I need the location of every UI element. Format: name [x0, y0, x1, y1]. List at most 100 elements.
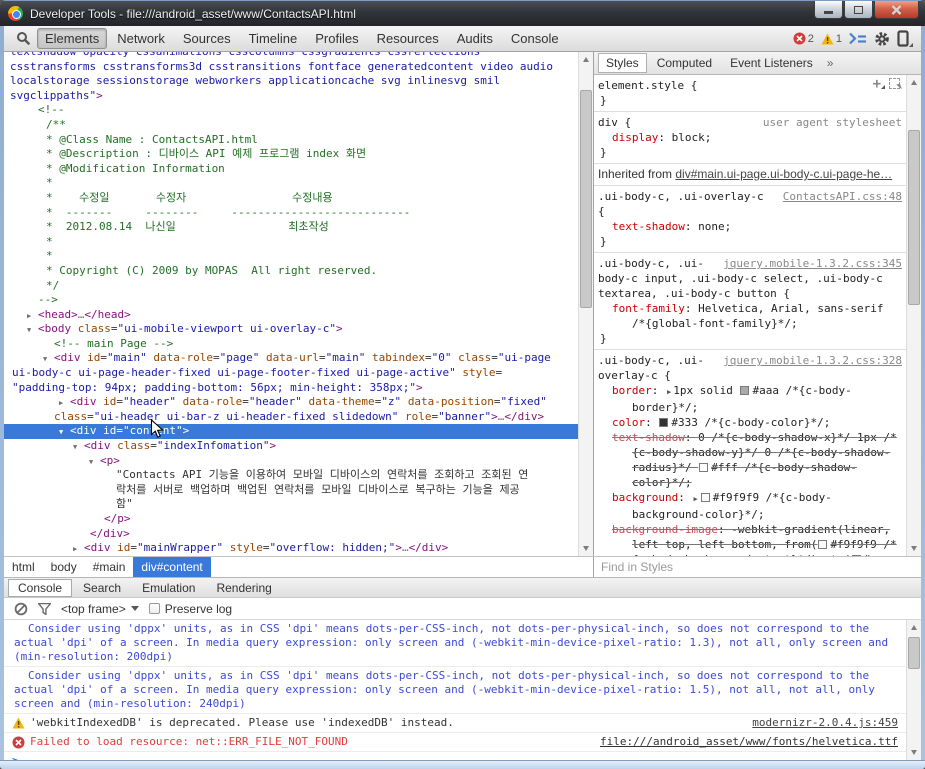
color-swatch[interactable] — [852, 555, 861, 556]
tab-profiles[interactable]: Profiles — [307, 28, 366, 49]
clear-console-button[interactable] — [14, 602, 28, 616]
elements-tree-line[interactable]: * Copyright (C) 2009 by MOPAS All right … — [4, 264, 578, 279]
scroll-thumb[interactable] — [908, 637, 920, 669]
elements-tree-line[interactable]: ▶<head>…</head> — [4, 308, 578, 323]
scroll-down-arrow[interactable] — [907, 541, 921, 556]
elements-tree-line[interactable]: * — [4, 249, 578, 264]
tab-audits[interactable]: Audits — [449, 28, 501, 49]
stylesheet-link[interactable]: ContactsAPI.css:48 — [783, 189, 902, 204]
scroll-up-arrow[interactable] — [907, 75, 921, 90]
property-name[interactable]: color — [612, 416, 645, 429]
property-name[interactable]: display — [612, 131, 658, 144]
scroll-down-arrow[interactable] — [579, 541, 593, 556]
css-property[interactable]: background-image: -webkit-gradient(linea… — [598, 522, 902, 556]
elements-tree-line[interactable]: * — [4, 235, 578, 250]
property-value[interactable]: none; — [698, 220, 731, 233]
css-property[interactable]: font-family: Helvetica, Arial, sans-seri… — [598, 301, 902, 331]
breadcrumb-item-body[interactable]: body — [43, 557, 85, 578]
elements-tree-line[interactable]: </div> — [4, 527, 578, 542]
breadcrumb-item-html[interactable]: html — [4, 557, 43, 578]
elements-tree-line[interactable]: ▼<div class="indexInfomation"> — [4, 439, 578, 454]
elements-tree-line[interactable]: * @Description : 디바이스 API 예제 프로그램 index … — [4, 147, 578, 162]
element-state-button[interactable] — [889, 78, 900, 89]
css-property[interactable]: display: block; — [598, 130, 902, 145]
css-property[interactable]: text-shadow: none; — [598, 219, 902, 234]
collapse-arrow-icon[interactable]: ▼ — [27, 323, 31, 338]
rule-selector[interactable]: .ui-body-c, .ui-overlay-c { — [598, 354, 704, 382]
tab-console[interactable]: Console — [8, 579, 72, 597]
elements-tree-line[interactable]: * 2012.08.14 나신일 최초작성 — [4, 220, 578, 235]
elements-tree-line[interactable]: ▼<body class="ui-mobile-viewport ui-over… — [4, 322, 578, 337]
elements-tree-line[interactable]: /** — [4, 118, 578, 133]
tab-emulation[interactable]: Emulation — [132, 579, 205, 597]
breadcrumb-item-divcontent[interactable]: div#content — [133, 557, 210, 578]
close-button[interactable] — [874, 1, 919, 19]
collapse-arrow-icon[interactable]: ▼ — [73, 440, 77, 455]
elements-tree-line[interactable]: * 수정일 수정자 수정내용 — [4, 191, 578, 206]
elements-tree-line[interactable]: </p> — [4, 512, 578, 527]
stylesheet-link[interactable]: jquery.mobile-1.3.2.css:345 — [723, 256, 902, 271]
color-swatch[interactable] — [659, 418, 668, 427]
find-in-styles-input[interactable]: Find in Styles — [593, 557, 921, 577]
property-value[interactable]: 1px solid — [673, 384, 739, 397]
expand-arrow-icon[interactable]: ▶ — [59, 396, 63, 411]
collapse-arrow-icon[interactable]: ▼ — [89, 455, 93, 470]
property-name[interactable]: text-shadow — [612, 431, 685, 444]
elements-tree-line[interactable]: ▶<div id="header" data-role="header" dat… — [4, 395, 578, 410]
property-name[interactable]: font-family — [612, 302, 685, 315]
tab-console[interactable]: Console — [503, 28, 567, 49]
maximize-button[interactable] — [844, 1, 873, 19]
inspect-magnifier-icon[interactable] — [10, 31, 36, 46]
tab-rendering[interactable]: Rendering — [206, 579, 281, 597]
device-dock-icon[interactable] — [897, 30, 913, 47]
property-value[interactable]: block; — [672, 131, 712, 144]
elements-scrollbar[interactable] — [578, 52, 593, 556]
elements-tree-line[interactable]: ▶<div id="mainWrapper" style="overflow: … — [4, 541, 578, 556]
elements-tree-line[interactable]: ▼<div id="content"> — [4, 424, 578, 439]
css-property[interactable]: color: #333 /*{c-body-color}*/; — [598, 415, 902, 430]
minimize-button[interactable] — [814, 1, 843, 19]
preserve-log-checkbox[interactable]: Preserve log — [149, 602, 232, 616]
tab-resources[interactable]: Resources — [369, 28, 447, 49]
console-source-link[interactable]: modernizr-2.0.4.js:459 — [752, 716, 898, 730]
console-prompt[interactable]: > — [4, 752, 906, 760]
rule-selector[interactable]: element.style { — [598, 79, 697, 92]
elements-tree-line[interactable]: * @Class Name : ContactsAPI.html — [4, 133, 578, 148]
tab-elements[interactable]: Elements — [37, 28, 107, 49]
error-count-badge[interactable]: 2 — [793, 32, 814, 45]
tab-search[interactable]: Search — [73, 579, 131, 597]
styles-scrollbar[interactable] — [906, 75, 921, 556]
tab-sources[interactable]: Sources — [175, 28, 239, 49]
expand-arrow-icon[interactable]: ▶ — [693, 492, 697, 507]
warning-count-badge[interactable]: 1 — [821, 33, 842, 45]
elements-tree-line[interactable]: * — [4, 176, 578, 191]
elements-tree-line[interactable]: class="ui-header ui-bar-z ui-header-fixe… — [4, 410, 578, 425]
new-style-rule-button[interactable]: + — [873, 79, 881, 89]
tab-network[interactable]: Network — [109, 28, 173, 49]
rule-selector[interactable]: div { — [598, 116, 631, 129]
property-name[interactable]: background-image — [612, 523, 718, 536]
elements-tree-line[interactable]: ui-body-c ui-page-header-fixed ui-page-f… — [4, 366, 578, 381]
scroll-thumb[interactable] — [580, 90, 592, 308]
scroll-up-arrow[interactable] — [579, 52, 593, 67]
elements-tree-line[interactable]: <!-- main Page --> — [4, 337, 578, 352]
rule-selector[interactable]: .ui-body-c, .ui-overlay-c { — [598, 190, 764, 218]
elements-tree-line[interactable]: csstransforms csstransforms3d csstransit… — [4, 60, 578, 75]
elements-tree-line[interactable]: 락처를 서버로 백업하며 백업된 연락처를 모바일 디바이스로 복구하는 기능을… — [4, 483, 578, 498]
expand-arrow-icon[interactable]: ▶ — [73, 542, 77, 556]
css-property[interactable]: border: ▶1px solid #aaa /*{c-body-border… — [598, 383, 902, 415]
tab-event-listeners[interactable]: Event Listeners — [722, 53, 821, 73]
console-scrollbar[interactable] — [906, 620, 921, 760]
tab-styles[interactable]: Styles — [598, 53, 647, 73]
frame-selector-dropdown[interactable]: <top frame> — [61, 602, 139, 616]
color-swatch[interactable] — [740, 386, 749, 395]
css-property[interactable]: background: ▶#f9f9f9 /*{c-body-backgroun… — [598, 490, 902, 522]
console-source-link[interactable]: file:///android_asset/www/fonts/helvetic… — [600, 735, 898, 749]
elements-tree-line[interactable]: */ — [4, 279, 578, 294]
color-swatch[interactable] — [699, 463, 708, 472]
tab-timeline[interactable]: Timeline — [241, 28, 306, 49]
color-swatch[interactable] — [701, 493, 710, 502]
property-name[interactable]: border — [612, 384, 652, 397]
elements-tree-line[interactable]: * ------- -------- ---------------------… — [4, 206, 578, 221]
scroll-down-arrow[interactable] — [907, 745, 921, 760]
